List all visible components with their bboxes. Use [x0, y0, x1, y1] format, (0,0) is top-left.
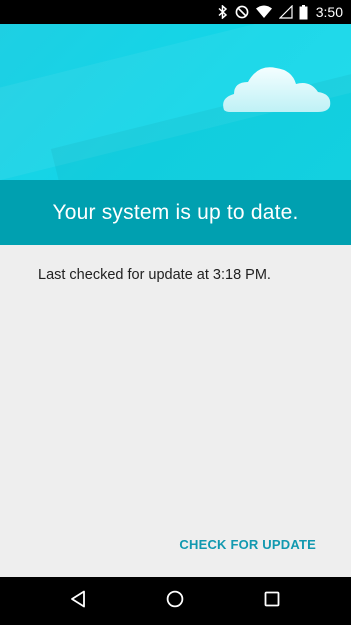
home-icon	[166, 590, 184, 613]
last-checked-text: Last checked for update at 3:18 PM.	[38, 267, 271, 283]
page-title: Your system is up to date.	[52, 200, 299, 224]
bluetooth-icon	[217, 5, 229, 19]
update-content: Last checked for update at 3:18 PM. CHEC…	[0, 245, 351, 577]
wifi-icon	[255, 5, 273, 19]
status-bar: 3:50	[0, 0, 351, 24]
status-time: 3:50	[315, 4, 343, 20]
cell-signal-icon	[278, 5, 293, 19]
home-button[interactable]	[145, 577, 205, 625]
back-button[interactable]	[48, 577, 108, 625]
recents-button[interactable]	[242, 577, 302, 625]
hero-banner	[0, 24, 351, 180]
recents-icon	[264, 591, 280, 612]
navigation-bar	[0, 577, 351, 625]
status-header: Your system is up to date.	[0, 180, 351, 245]
cloud-icon	[218, 62, 334, 125]
battery-icon	[299, 4, 308, 20]
check-for-update-button[interactable]: CHECK FOR UPDATE	[179, 537, 316, 552]
do-not-disturb-icon	[235, 5, 249, 19]
back-icon	[70, 590, 86, 613]
